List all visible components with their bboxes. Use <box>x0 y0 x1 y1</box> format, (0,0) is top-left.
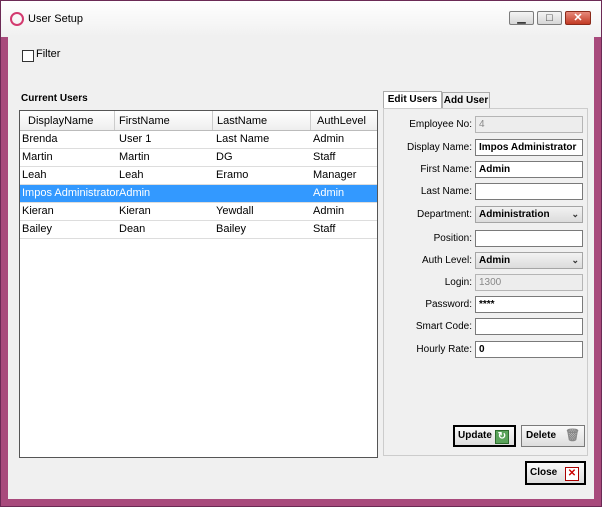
cell-lastname: DG <box>216 151 233 163</box>
column-header-firstname[interactable]: FirstName <box>115 111 213 130</box>
cell-firstname: Leah <box>119 169 144 181</box>
cell-authlevel: Admin <box>313 133 345 145</box>
employee-no-label: Employee No: <box>409 119 472 130</box>
window-close-button[interactable]: ✕ <box>565 11 591 25</box>
maximize-button[interactable]: □ <box>537 11 562 25</box>
first-name-field[interactable]: Admin <box>475 161 583 178</box>
login-label: Login: <box>444 277 472 288</box>
table-row[interactable]: Martin Martin DG Staff <box>20 149 377 167</box>
tab-edit-users[interactable]: Edit Users <box>383 91 442 109</box>
minimize-button[interactable]: ▁ <box>509 11 534 25</box>
table-row[interactable]: Bailey Dean Bailey Staff <box>20 221 377 239</box>
close-button[interactable]: Close ✕ <box>525 461 586 485</box>
auth-level-select[interactable]: Admin ⌄ <box>475 252 583 269</box>
hourly-rate-label: Hourly Rate: <box>416 344 472 355</box>
close-icon: ✕ <box>565 467 579 481</box>
last-name-label: Last Name: <box>420 186 472 197</box>
cell-lastname: Eramo <box>216 169 249 181</box>
close-icon: ✕ <box>573 12 583 24</box>
column-header-authlevel[interactable]: AuthLevel <box>311 111 377 130</box>
update-button[interactable]: Update ↻ <box>453 425 516 447</box>
login-field: 1300 <box>475 274 583 291</box>
delete-button[interactable]: Delete 🗑 <box>521 425 585 447</box>
cell-displayname: Impos Administrator <box>22 187 120 199</box>
maximize-icon: □ <box>546 12 553 24</box>
cell-lastname: Last Name <box>216 133 270 145</box>
client-area: Filter Current Users DisplayName FirstNa… <box>8 37 594 499</box>
update-button-label: Update <box>458 430 492 441</box>
employee-no-field: 4 <box>475 116 583 133</box>
hourly-rate-field[interactable]: 0 <box>475 341 583 358</box>
tab-add-user[interactable]: Add User <box>442 92 490 108</box>
user-setup-window: User Setup ▁ □ ✕ Filter Current Users Di… <box>0 0 602 507</box>
cell-firstname: Dean <box>119 223 146 235</box>
auth-level-value: Admin <box>479 255 511 266</box>
auth-level-label: Auth Level: <box>421 255 472 266</box>
table-row[interactable]: Leah Leah Eramo Manager <box>20 167 377 185</box>
close-button-label: Close <box>530 467 558 478</box>
table-row[interactable]: Kieran Kieran Yewdall Admin <box>20 203 377 221</box>
current-users-label: Current Users <box>21 93 88 104</box>
cell-firstname: Admin <box>119 187 151 199</box>
refresh-icon: ↻ <box>495 430 509 444</box>
window-title: User Setup <box>28 13 84 25</box>
password-field[interactable]: **** <box>475 296 583 313</box>
filter-checkbox-box[interactable] <box>22 50 34 62</box>
app-ring-icon <box>10 12 24 26</box>
position-field[interactable] <box>475 230 583 247</box>
edit-users-panel: Employee No: 4 Display Name: Impos Admin… <box>383 108 588 456</box>
cell-authlevel: Manager <box>313 169 357 181</box>
cell-authlevel: Admin <box>313 205 345 217</box>
delete-button-label: Delete <box>526 430 557 441</box>
display-name-field[interactable]: Impos Administrator <box>475 139 583 156</box>
grid-header: DisplayName FirstName LastName AuthLevel <box>20 111 377 131</box>
trash-icon: 🗑 <box>565 428 581 442</box>
title-bar[interactable]: User Setup ▁ □ ✕ <box>1 1 601 37</box>
cell-firstname: Martin <box>119 151 150 163</box>
cell-firstname: User 1 <box>119 133 152 145</box>
column-header-displayname[interactable]: DisplayName <box>20 111 115 130</box>
display-name-label: Display Name: <box>406 142 472 153</box>
table-row[interactable]: Brenda User 1 Last Name Admin <box>20 131 377 149</box>
password-label: Password: <box>425 299 472 310</box>
cell-lastname: Bailey <box>216 223 246 235</box>
smart-code-field[interactable] <box>475 318 583 335</box>
last-name-field[interactable] <box>475 183 583 200</box>
minimize-icon: ▁ <box>517 12 526 24</box>
first-name-label: First Name: <box>420 164 472 175</box>
cell-displayname: Brenda <box>22 133 58 145</box>
cell-displayname: Martin <box>22 151 53 163</box>
table-row-selected[interactable]: Impos Administrator Admin Admin <box>20 185 377 203</box>
cell-displayname: Bailey <box>22 223 52 235</box>
cell-authlevel: Admin <box>313 187 345 199</box>
department-select[interactable]: Administration ⌄ <box>475 206 583 223</box>
cell-authlevel: Staff <box>313 151 336 163</box>
department-value: Administration <box>479 209 550 220</box>
cell-displayname: Kieran <box>22 205 54 217</box>
chevron-down-icon: ⌄ <box>571 255 579 265</box>
cell-displayname: Leah <box>22 169 47 181</box>
cell-firstname: Kieran <box>119 205 151 217</box>
chevron-down-icon: ⌄ <box>571 209 579 219</box>
department-label: Department: <box>416 209 472 220</box>
filter-label: Filter <box>36 48 61 60</box>
cell-authlevel: Staff <box>313 223 336 235</box>
users-grid[interactable]: DisplayName FirstName LastName AuthLevel… <box>19 110 378 458</box>
column-header-lastname[interactable]: LastName <box>213 111 311 130</box>
cell-lastname: Yewdall <box>216 205 254 217</box>
smart-code-label: Smart Code: <box>415 321 472 332</box>
position-label: Position: <box>433 233 472 244</box>
